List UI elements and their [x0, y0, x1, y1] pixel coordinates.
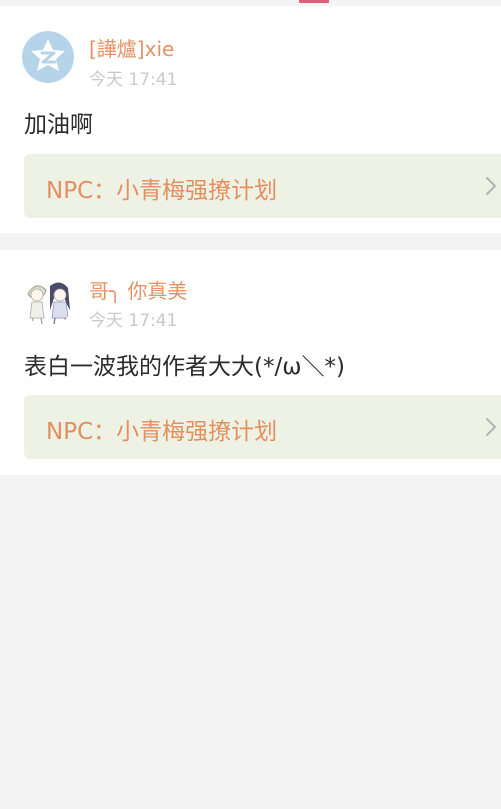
avatar[interactable]: [22, 274, 74, 326]
comment-text: 表白一波我的作者大大(*/ω＼*): [24, 354, 345, 380]
comment-card: [譁爐]xie 今天 17:41 加油啊 NPC：小青梅强撩计划: [0, 6, 501, 233]
comment-card: 哥╮ 你真美 今天 17:41 表白一波我的作者大大(*/ω＼*) NPC：小青…: [0, 250, 501, 475]
book-link[interactable]: NPC：小青梅强撩计划: [24, 395, 501, 459]
book-link[interactable]: NPC：小青梅强撩计划: [24, 154, 501, 218]
username[interactable]: [譁爐]xie: [89, 33, 174, 62]
username[interactable]: 哥╮ 你真美: [89, 275, 187, 304]
book-link-title: NPC：小青梅强撩计划: [46, 178, 278, 204]
book-link-title: NPC：小青梅强撩计划: [46, 419, 278, 445]
timestamp: 今天 17:41: [89, 311, 178, 331]
top-indicator: [299, 0, 329, 3]
chevron-right-icon: [486, 418, 496, 436]
chevron-right-icon: [486, 177, 496, 195]
timestamp: 今天 17:41: [89, 70, 178, 90]
anime-couple-avatar: [22, 274, 74, 326]
comment-text: 加油啊: [24, 112, 93, 138]
avatar[interactable]: [22, 31, 74, 83]
qzone-star-avatar-icon: [22, 31, 74, 83]
